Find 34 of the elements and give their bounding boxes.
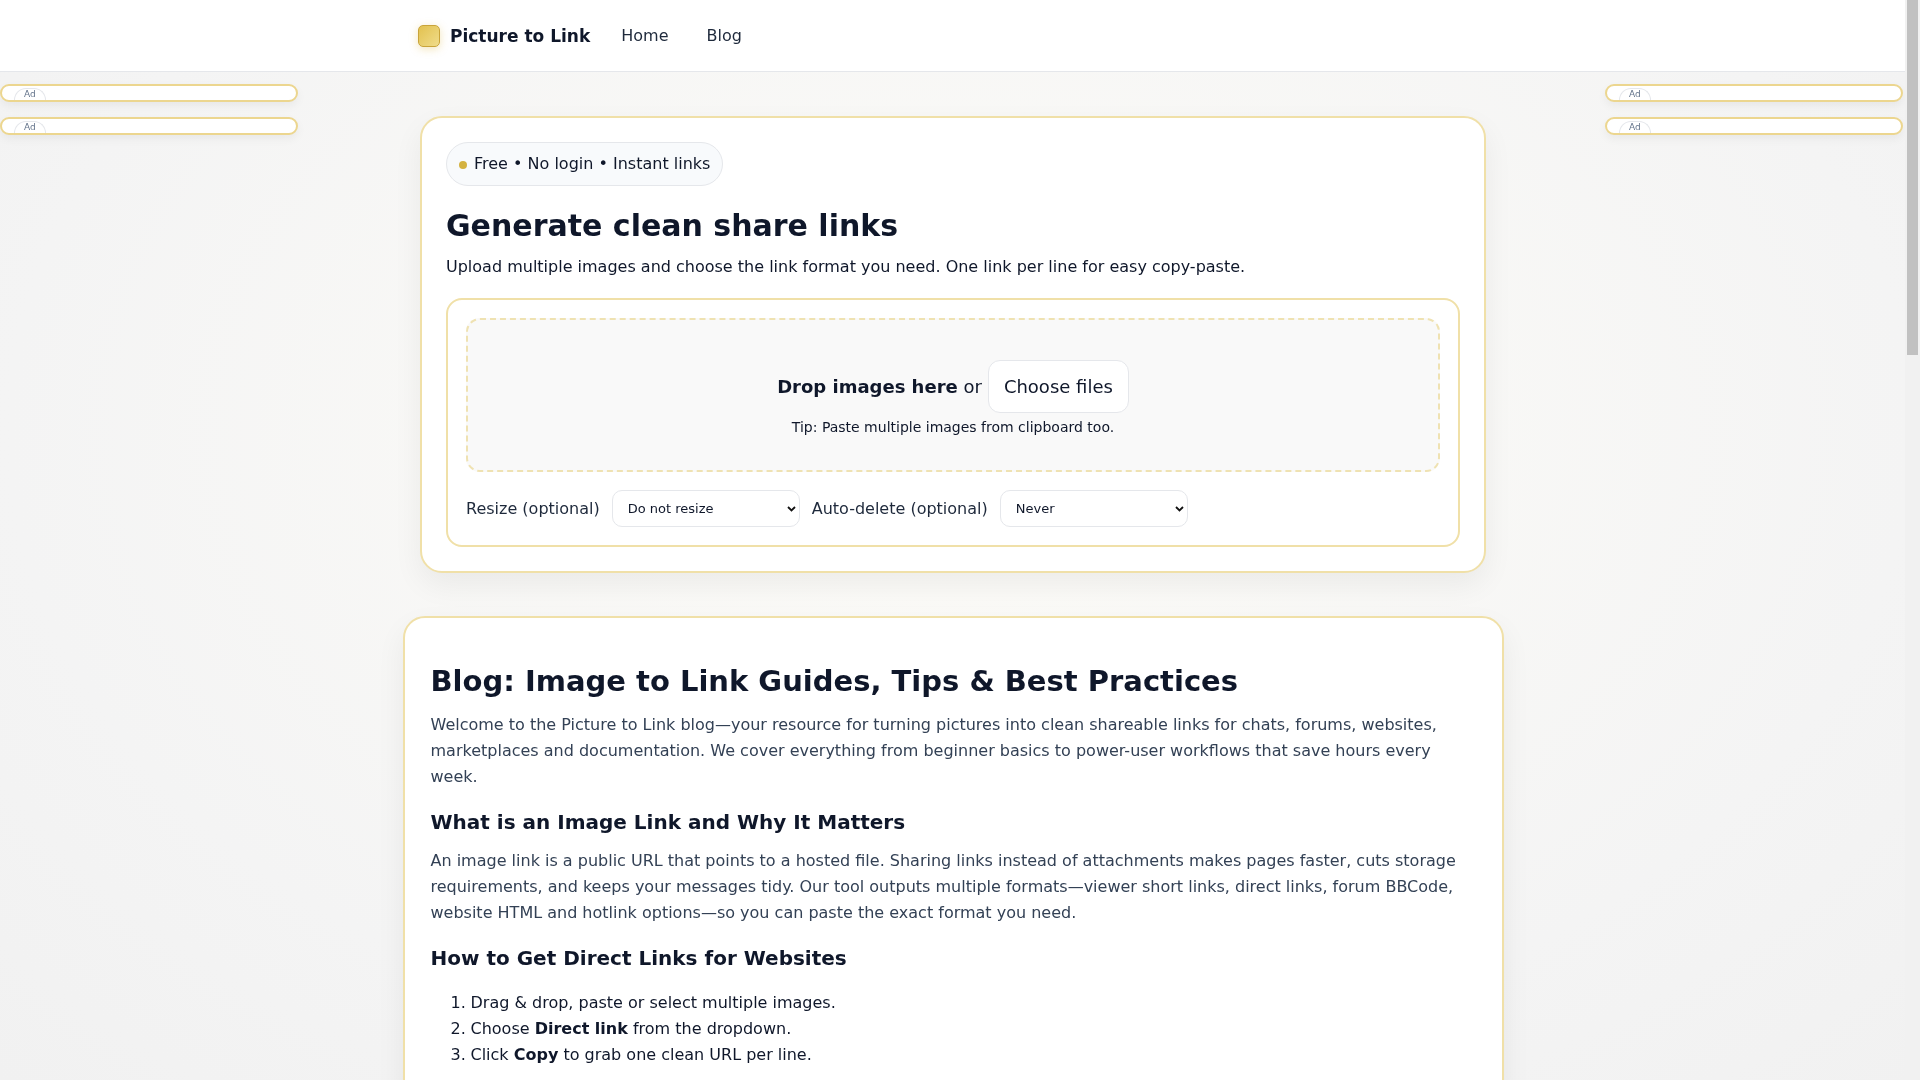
nav-link[interactable]: Home — [621, 26, 669, 45]
blog-paragraph: Welcome to the Picture to Link blog—your resource for turning pictures into clean shareable links for chats, forums, websites, marketplaces and documentation. We cover everything from beginner basics to power-user workflows that save hours every week. — [430, 714, 1438, 788]
drop-zone[interactable]: Drop images here or Choose files Tip: Paste multiple images from clipboard too. — [466, 318, 1440, 472]
dot-icon — [459, 161, 467, 169]
brand-link[interactable]: Picture to Link — [450, 25, 591, 46]
select-field[interactable]: Do not resize — [611, 490, 800, 527]
ad-label: Ad — [14, 121, 46, 133]
option-label: Auto-delete (optional) — [811, 499, 988, 518]
tool-subtitle: Upload multiple images and choose the link format you need. One link per line for easy copy-paste. — [446, 257, 1247, 276]
choose-files-button[interactable]: Choose files — [987, 359, 1129, 413]
select-field[interactable]: Never — [999, 490, 1188, 527]
list-item: Click Copy to grab one clean URL per line. — [470, 1044, 812, 1066]
ad-label: Ad — [14, 88, 46, 100]
option-label: Resize (optional) — [466, 499, 600, 518]
drop-text: Drop images here or — [777, 375, 982, 397]
blog-title: Blog: Image to Link Guides, Tips & Best Practices — [430, 664, 1239, 698]
list-number: 3. — [450, 1044, 466, 1066]
section-heading: How to Get Direct Links for Websites — [430, 946, 848, 970]
ad-label: Ad — [1619, 121, 1651, 133]
logo-icon — [418, 24, 440, 47]
list-item: Choose Direct link from the dropdown. — [470, 1018, 792, 1040]
list-item: Drag & drop, paste or select multiple images. — [470, 992, 836, 1014]
chevron-icon — [786, 505, 796, 512]
scrollbar-thumb[interactable] — [1907, 0, 1918, 355]
blog-paragraph: An image link is a public URL that points to a hosted file. Sharing links instead of attachments makes pages faster, cuts storage requirements, and keeps your messages tidy. Our tool outputs multiple formats—viewer short links, direct links, forum BBCode, website HTML and hotlink options—so you can paste the exact format you need. — [430, 850, 1457, 924]
ad-label: Ad — [1619, 88, 1651, 100]
nav-link[interactable]: Blog — [706, 26, 742, 45]
chevron-icon — [1174, 505, 1184, 512]
badge-text: Free • No login • Instant links — [474, 154, 711, 173]
tip-text: Tip: Paste multiple images from clipboard too. — [791, 418, 1115, 435]
tool-title: Generate clean share links — [446, 208, 900, 243]
list-number: 1. — [450, 992, 466, 1014]
section-heading: What is an Image Link and Why It Matters — [430, 810, 907, 834]
list-number: 2. — [450, 1018, 466, 1040]
